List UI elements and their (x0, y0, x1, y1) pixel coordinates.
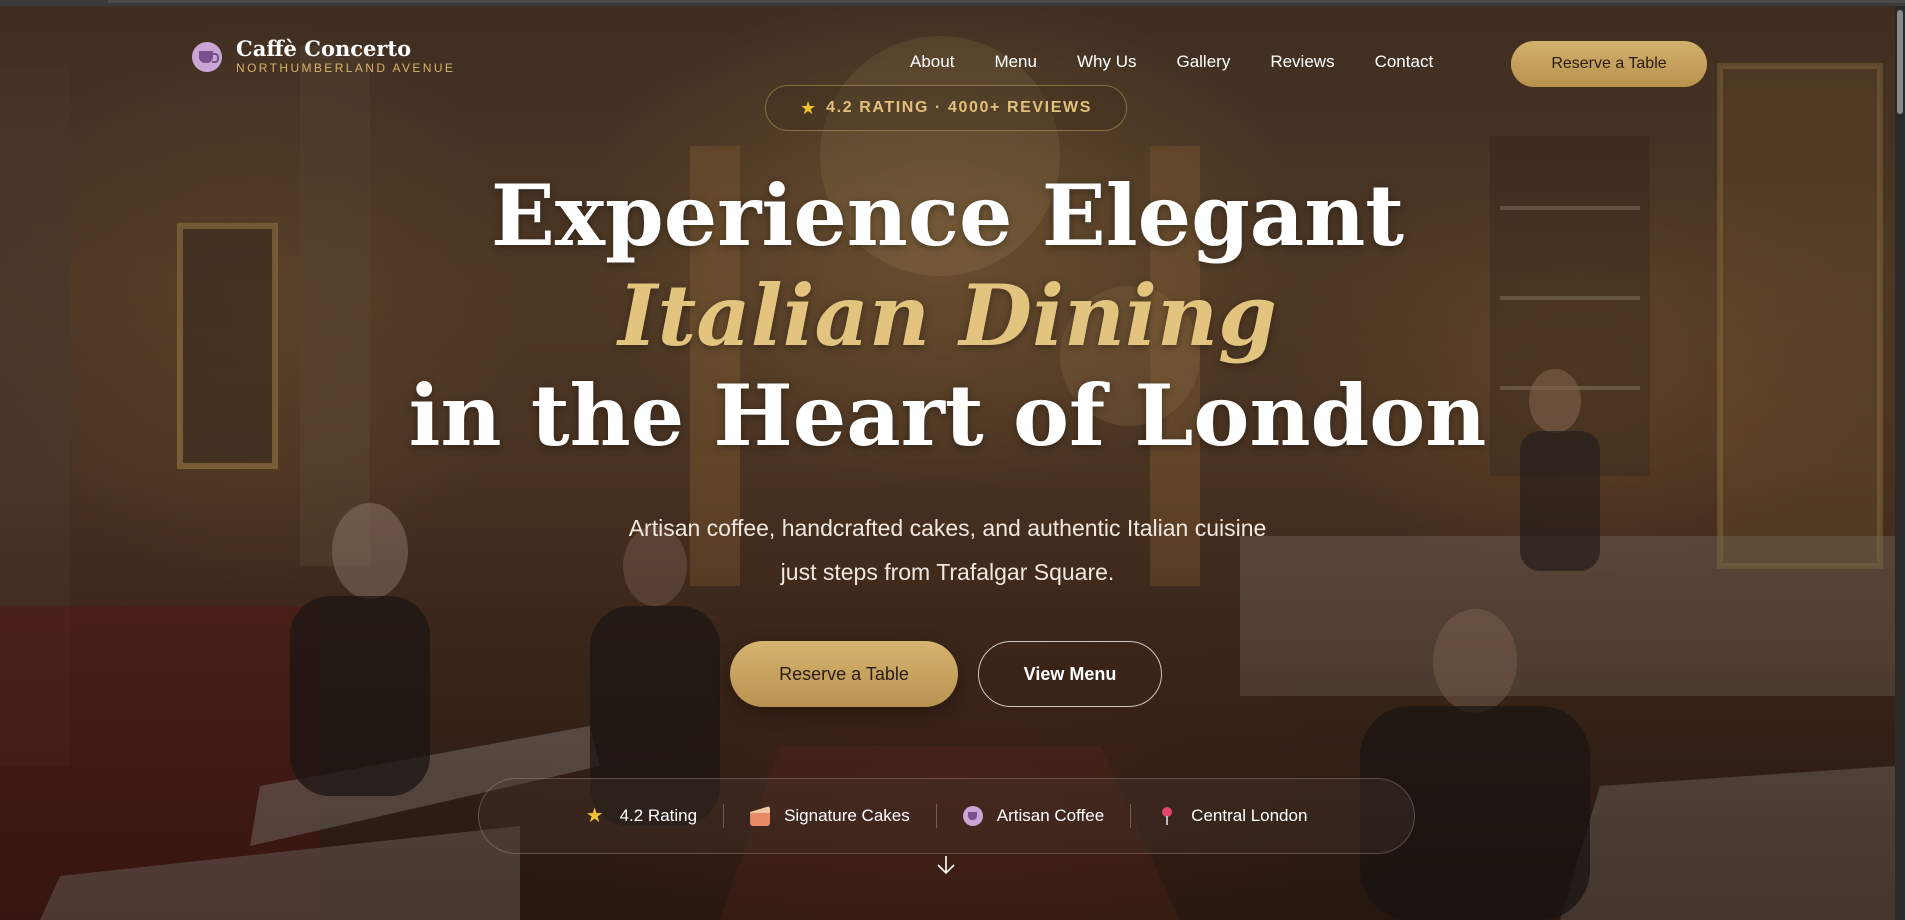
location-pin-icon (1157, 806, 1177, 826)
view-menu-button[interactable]: View Menu (978, 641, 1162, 707)
brand-logo[interactable]: Caffè Concerto NORTHUMBERLAND AVENUE (192, 38, 455, 75)
feature-item-coffee: Artisan Coffee (937, 806, 1130, 826)
nav-link-about[interactable]: About (910, 52, 954, 72)
feature-label: 4.2 Rating (619, 806, 698, 825)
hero-subtitle: Artisan coffee, handcrafted cakes, and a… (0, 506, 1895, 594)
nav-link-gallery[interactable]: Gallery (1176, 52, 1230, 72)
hero-heading: Experience Elegant Italian Dining in the… (0, 166, 1895, 466)
brand-text: Caffè Concerto NORTHUMBERLAND AVENUE (236, 36, 456, 76)
main-nav: About Menu Why Us Gallery Reviews Contac… (910, 52, 1473, 72)
browser-tab-edge (108, 0, 1905, 3)
feature-label: Signature Cakes (784, 806, 910, 825)
feature-bar: ★ 4.2 Rating Signature Cakes Artisan Cof… (478, 778, 1415, 854)
brand-subtitle: NORTHUMBERLAND AVENUE (236, 61, 456, 75)
nav-link-contact[interactable]: Contact (1375, 52, 1434, 72)
hero-heading-line-2: Italian Dining (618, 266, 1277, 365)
nav-link-why-us[interactable]: Why Us (1077, 52, 1137, 72)
coffee-cup-icon (192, 41, 222, 72)
feature-label: Central London (1191, 806, 1308, 825)
scroll-down-arrow-icon[interactable] (935, 854, 957, 876)
page-scrollbar[interactable] (1895, 6, 1905, 920)
hero-subtitle-line-1: Artisan coffee, handcrafted cakes, and a… (628, 515, 1267, 541)
brand-name: Caffè Concerto (236, 36, 412, 61)
cake-icon (750, 806, 771, 826)
nav-link-reviews[interactable]: Reviews (1270, 52, 1334, 72)
star-icon: ★ (800, 98, 817, 118)
nav-link-menu[interactable]: Menu (994, 52, 1037, 72)
scrollbar-thumb[interactable] (1897, 10, 1903, 114)
hero-heading-line-1: Experience Elegant (490, 166, 1405, 265)
star-icon: ★ (585, 805, 604, 827)
hero-section: Caffè Concerto NORTHUMBERLAND AVENUE Abo… (0, 6, 1895, 920)
nav-reserve-button[interactable]: Reserve a Table (1511, 41, 1707, 87)
rating-badge-text: 4.2 RATING · 4000+ REVIEWS (826, 99, 1092, 116)
rating-badge: ★ 4.2 RATING · 4000+ REVIEWS (765, 85, 1127, 131)
reserve-table-button[interactable]: Reserve a Table (730, 641, 958, 707)
feature-label: Artisan Coffee (996, 806, 1105, 825)
hero-heading-line-3: in the Heart of London (408, 366, 1487, 465)
feature-item-location: Central London (1131, 806, 1333, 826)
feature-item-cakes: Signature Cakes (724, 806, 936, 826)
coffee-cup-icon (962, 806, 983, 826)
feature-item-rating: ★ 4.2 Rating (560, 806, 724, 826)
hero-subtitle-line-2: just steps from Trafalgar Square. (780, 559, 1115, 585)
